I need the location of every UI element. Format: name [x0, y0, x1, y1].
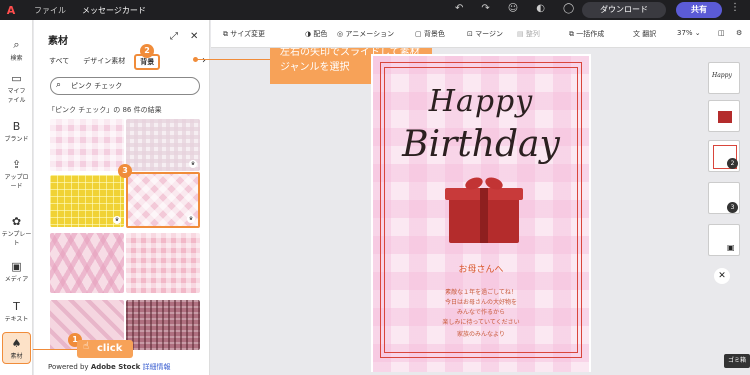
page-badge: 3 — [727, 202, 738, 213]
nav-search[interactable]: ⌕ 検索 — [0, 38, 33, 62]
close-panel-icon[interactable]: ✕ — [190, 31, 198, 42]
bg-color-button[interactable]: ▢ 背景色 — [415, 29, 445, 39]
top-icons: ↶ ↷ ☺ ◐ ◯ ⇧ — [455, 3, 601, 14]
close-icon[interactable]: ✕ — [714, 268, 730, 284]
card-title-birthday[interactable]: Birthday — [373, 124, 589, 165]
lightbulb-icon[interactable]: ◐ — [536, 3, 545, 14]
redo-icon[interactable]: ↷ — [481, 3, 489, 14]
asset-thumbnail[interactable] — [50, 233, 124, 293]
learn-more-link[interactable]: 詳細情報 — [142, 363, 170, 371]
nav-text[interactable]: T テキスト — [0, 300, 33, 323]
asset-thumbnail[interactable]: ♛ — [50, 175, 124, 227]
panel-tabs: すべて デザイン素材 背景 › — [44, 54, 209, 70]
trash-tooltip: ゴミ箱 — [724, 354, 750, 368]
nav-media[interactable]: ▣ メディア — [0, 260, 33, 283]
more-icon[interactable]: ⋮ — [730, 2, 740, 13]
nav-templates[interactable]: ✿ テンプレート — [0, 215, 33, 247]
bulk-create-button[interactable]: ⧉ 一括作成 — [569, 29, 604, 39]
chevron-right-icon[interactable]: › — [202, 55, 206, 66]
panel-title: 素材 — [48, 36, 68, 47]
zoom-select[interactable]: 37% ⌄ — [677, 29, 701, 37]
invite-icon[interactable]: ☺ — [508, 3, 518, 14]
asset-thumbnail[interactable] — [126, 300, 200, 350]
nav-assets[interactable]: ♠ 素材 — [2, 332, 31, 364]
card-message-line[interactable]: 楽しみに待っていてください — [373, 317, 589, 326]
nav-brand[interactable]: B ブランド — [0, 120, 33, 143]
template-icon: ✿ — [11, 215, 22, 228]
search-input[interactable]: ピンク チェック — [50, 77, 200, 95]
premium-icon: ♛ — [189, 160, 197, 168]
page-badge: 2 — [727, 158, 738, 169]
tab-all[interactable]: すべて — [44, 54, 74, 70]
document-title[interactable]: メッセージカード — [82, 5, 146, 16]
assets-icon: ♠ — [11, 337, 22, 350]
media-icon: ▣ — [11, 260, 22, 273]
translate-button[interactable]: 文 翻訳 — [633, 29, 656, 39]
asset-thumbnail[interactable] — [50, 119, 124, 171]
margin-button[interactable]: ⊡ マージン — [467, 29, 503, 39]
animation-button[interactable]: ◎ アニメーション — [337, 29, 394, 39]
premium-icon: ♛ — [113, 216, 121, 224]
card-title-happy[interactable]: Happy — [373, 84, 589, 119]
undo-icon[interactable]: ↶ — [455, 3, 463, 14]
brand-icon: B — [12, 120, 21, 133]
editor-toolbar: ⧉ サイズ変更 ◑ 配色 ◎ アニメーション ▢ 背景色 ⊡ マージン ▤ 整列… — [211, 20, 750, 48]
folder-icon: ▭ — [11, 72, 22, 85]
assets-panel: 素材 ⤢ ✕ すべて デザイン素材 背景 › ⌕ ピンク チェック 「ピンク チ… — [34, 20, 210, 375]
nav-upload[interactable]: ⇪ アップロード — [0, 158, 33, 190]
arrange-button[interactable]: ▤ 整列 — [517, 29, 540, 39]
search-icon: ⌕ — [13, 38, 20, 51]
callout-line — [196, 59, 270, 60]
resize-button[interactable]: ⧉ サイズ変更 — [223, 29, 265, 39]
expand-icon[interactable]: ⤢ — [170, 31, 178, 42]
step-badge-2: 2 — [140, 44, 154, 58]
card-message-line[interactable]: 素敵な１年を過ごしてね！ — [373, 287, 589, 296]
text-icon: T — [13, 300, 20, 313]
click-line — [33, 349, 78, 350]
left-nav: ⌕ 検索 ▭ マイファイル B ブランド ⇪ アップロード ✿ テンプレート ▣… — [0, 20, 33, 375]
upload-icon: ⇪ — [11, 158, 22, 171]
card-greeting[interactable]: お母さんへ — [373, 262, 589, 275]
nav-my-files[interactable]: ▭ マイファイル — [0, 72, 33, 104]
card-message-line[interactable]: 家族のみんなより — [373, 329, 589, 338]
asset-thumbnail[interactable] — [126, 233, 200, 293]
color-button[interactable]: ◑ 配色 — [305, 29, 327, 39]
thumb-preview: Happy — [712, 72, 732, 79]
premium-icon: ♛ — [187, 215, 195, 223]
share-button[interactable]: 共有 — [676, 2, 722, 18]
layers-icon[interactable]: ◫ — [718, 29, 725, 37]
comment-icon[interactable]: ◯ — [563, 3, 574, 14]
page-thumbnail[interactable]: ▣ — [708, 224, 740, 256]
image-icon: ▣ — [727, 243, 735, 252]
page-thumbnail[interactable]: Happy — [708, 62, 740, 94]
results-count: 「ピンク チェック」の 86 件の結果 — [48, 106, 162, 114]
hand-pointer-icon: ☝ — [83, 341, 90, 352]
file-menu[interactable]: ファイル — [34, 5, 66, 16]
card-message-line[interactable]: みんなで作るから — [373, 307, 589, 316]
stock-attribution: Powered by Adobe Stock 詳細情報 — [48, 363, 171, 371]
asset-thumbnail-selected[interactable]: ♛ — [126, 172, 200, 228]
download-button[interactable]: ダウンロード — [582, 2, 666, 18]
adobe-express-logo[interactable]: A — [0, 4, 22, 17]
step-badge-3: 3 — [118, 164, 132, 178]
tab-design-assets[interactable]: デザイン素材 — [78, 54, 130, 70]
card-message-line[interactable]: 今日はお母さんの大好物を — [373, 297, 589, 306]
gift-ribbon — [480, 188, 488, 243]
gift-thumb-icon — [718, 111, 732, 123]
page-thumbnail[interactable] — [708, 100, 740, 132]
asset-thumbnail[interactable]: ♛ — [126, 119, 200, 171]
settings-icon[interactable]: ⚙ — [736, 29, 742, 37]
